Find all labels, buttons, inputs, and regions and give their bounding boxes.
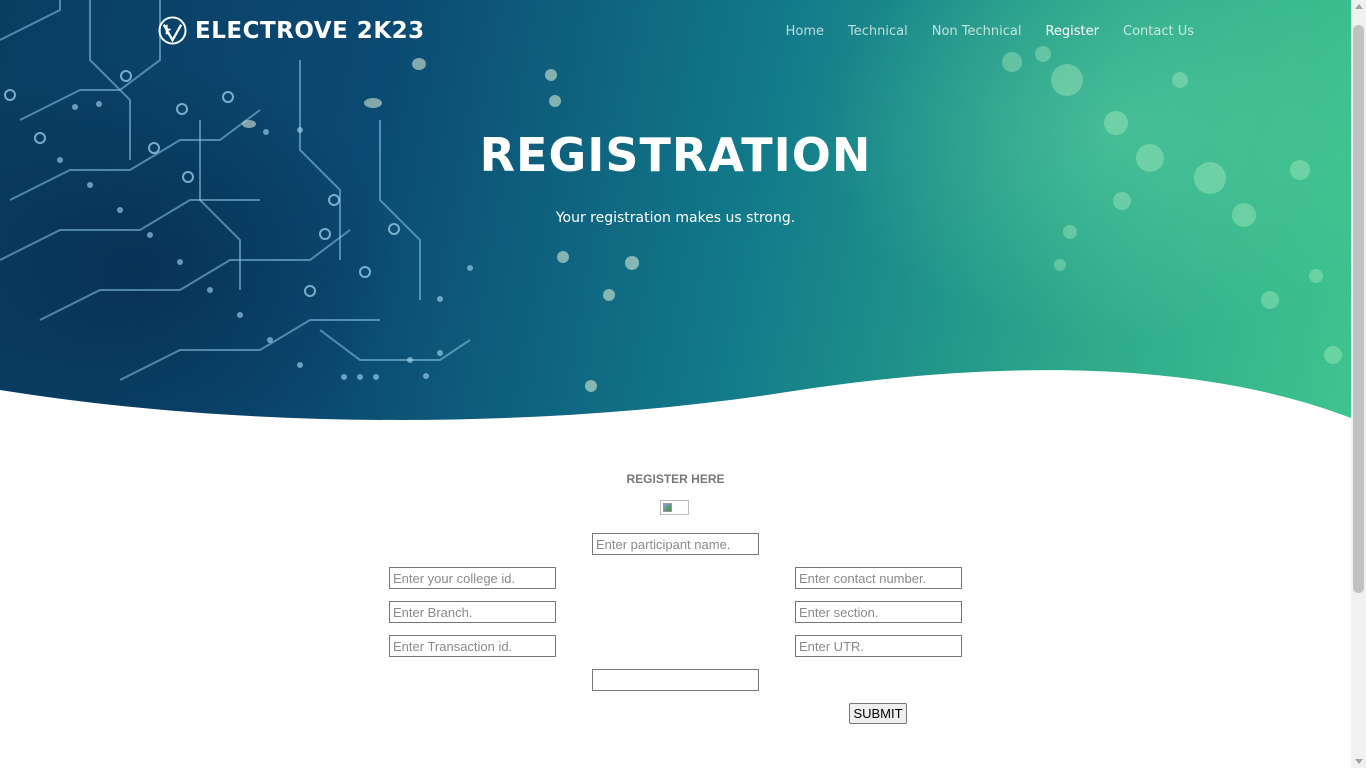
scroll-up-arrow-icon[interactable] [1355, 4, 1363, 9]
branch-field[interactable] [389, 601, 556, 623]
brand-logo[interactable]: ELECTROVE 2K23 [158, 16, 425, 45]
hero-wave-divider [0, 370, 1351, 430]
nav-contact-us[interactable]: Contact Us [1123, 24, 1194, 39]
contact-number-field[interactable] [795, 567, 962, 589]
form-heading: REGISTER HERE [626, 472, 725, 486]
ev-shield-logo-icon [158, 16, 187, 45]
participant-name-field[interactable] [592, 533, 759, 555]
scrollbar-thumb[interactable] [1353, 25, 1364, 593]
section-field[interactable] [795, 601, 962, 623]
college-id-field[interactable] [389, 567, 556, 589]
brand-name: ELECTROVE 2K23 [195, 17, 425, 44]
scroll-down-arrow-icon[interactable] [1355, 759, 1363, 764]
nav-register[interactable]: Register [1045, 24, 1099, 39]
main-navigation: Home Technical Non Technical Register Co… [786, 24, 1194, 39]
transaction-id-field[interactable] [389, 635, 556, 657]
page-title: REGISTRATION [479, 128, 872, 182]
nav-home[interactable]: Home [786, 24, 824, 39]
broken-image-icon [660, 500, 689, 515]
page-subtitle: Your registration makes us strong. [555, 210, 796, 226]
utr-field[interactable] [795, 635, 962, 657]
extra-input-field[interactable] [592, 669, 759, 691]
nav-technical[interactable]: Technical [848, 24, 908, 39]
submit-button[interactable]: SUBMIT [849, 703, 907, 724]
page-scrollbar[interactable] [1351, 0, 1366, 768]
nav-non-technical[interactable]: Non Technical [932, 24, 1022, 39]
